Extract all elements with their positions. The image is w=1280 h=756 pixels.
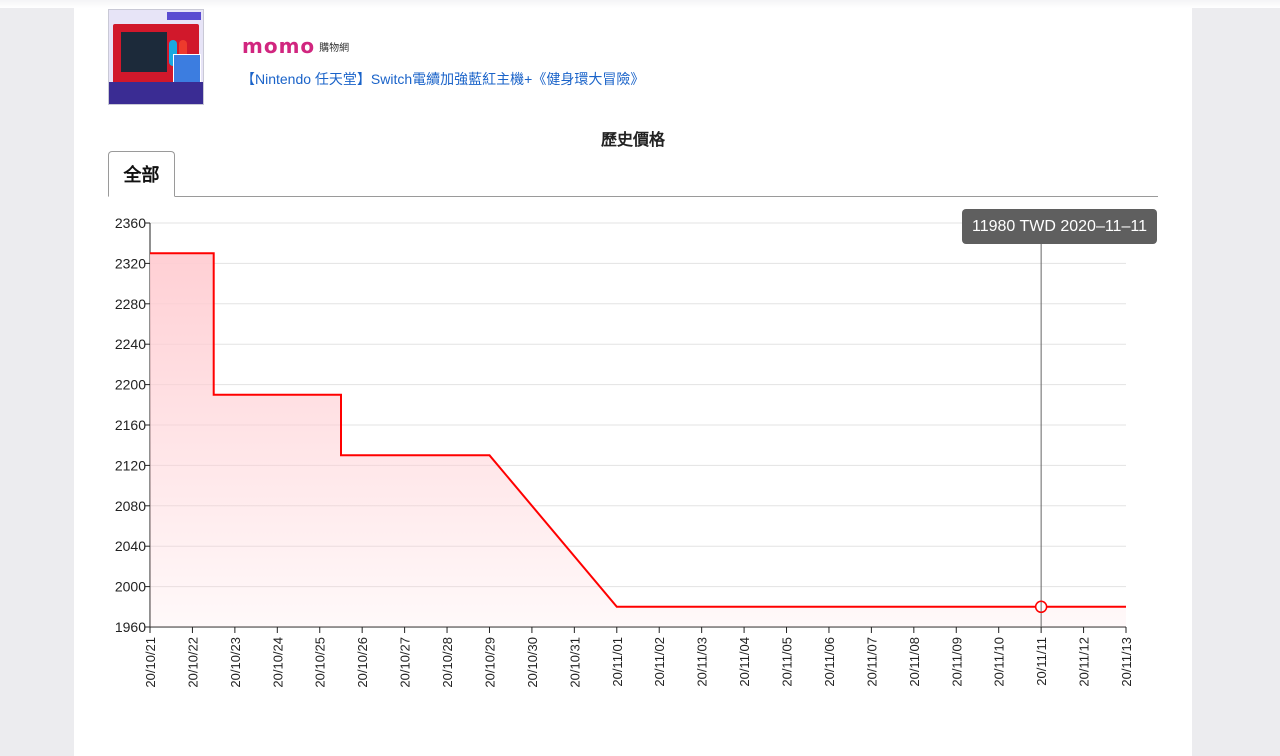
price-area <box>150 253 1126 628</box>
x-tick-label: 20/10/26 <box>355 637 370 688</box>
y-tick-label: 2280 <box>115 296 146 312</box>
x-tick-label: 20/10/22 <box>185 637 200 688</box>
x-tick-label: 20/10/31 <box>567 637 582 688</box>
x-tick-label: 20/11/02 <box>652 637 667 687</box>
y-tick-label: 2240 <box>115 336 146 352</box>
y-tick-label: 2080 <box>115 498 146 514</box>
y-tick-label: 2120 <box>115 457 146 473</box>
x-tick-label: 20/11/06 <box>822 637 837 687</box>
x-tick-label: 20/11/01 <box>610 637 625 687</box>
x-tick-label: 20/11/12 <box>1077 637 1092 687</box>
x-tick-label: 20/10/21 <box>143 637 158 688</box>
x-tick-label: 20/11/04 <box>737 637 752 687</box>
x-tick-label: 20/10/28 <box>440 637 455 688</box>
y-tick-label: 1960 <box>115 619 146 635</box>
x-tick-label: 20/10/29 <box>482 637 497 688</box>
x-tick-label: 20/10/27 <box>398 637 413 688</box>
x-tick-label: 20/11/05 <box>780 637 795 687</box>
x-tick-label: 20/11/13 <box>1119 637 1134 687</box>
y-tick-label: 2040 <box>115 538 146 554</box>
price-history-chart: 1960 2000 2040 2080 2120 2160 2200 2240 2280 2320… <box>115 215 1134 688</box>
x-tick-label: 20/11/09 <box>949 637 964 687</box>
x-tick-label: 20/11/03 <box>695 637 710 687</box>
y-tick-label: 2320 <box>115 255 146 271</box>
x-tick-label: 20/10/25 <box>313 637 328 688</box>
y-tick-label: 2160 <box>115 417 146 433</box>
y-tick-label: 2360 <box>115 215 146 231</box>
x-tick-label: 20/11/07 <box>864 637 879 687</box>
x-tick-label: 20/11/11 <box>1034 637 1049 686</box>
y-tick-label: 2000 <box>115 579 146 595</box>
x-tick-label: 20/10/30 <box>525 637 540 688</box>
x-tick-label: 20/10/23 <box>228 637 243 688</box>
x-tick-label: 20/11/10 <box>992 637 1007 687</box>
x-tick-label: 20/11/08 <box>907 637 922 687</box>
chart-tooltip: 11980 TWD 2020–11–11 <box>962 209 1157 244</box>
x-tick-label: 20/10/24 <box>270 637 285 688</box>
y-tick-label: 2200 <box>115 377 146 393</box>
